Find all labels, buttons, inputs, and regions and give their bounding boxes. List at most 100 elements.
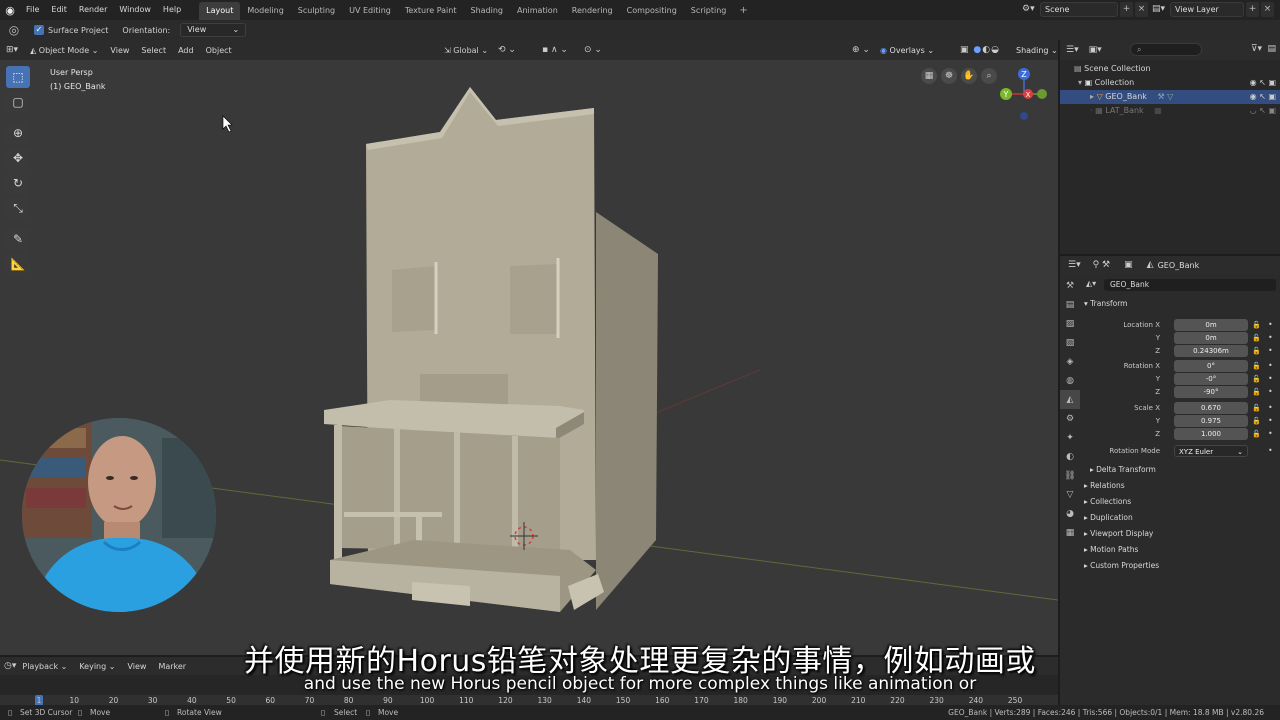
lock-icon[interactable]: 🔓 (1252, 428, 1261, 440)
expand-arrow-icon[interactable]: · (1090, 106, 1093, 115)
object-tab-icon[interactable]: ◭ (1060, 390, 1080, 409)
delete-view-layer-button[interactable]: × (1261, 2, 1274, 17)
delta-transform-section[interactable]: ▸ Delta Transform (1090, 463, 1156, 477)
custom-properties-section[interactable]: ▸ Custom Properties (1084, 559, 1159, 573)
physics-tab-icon[interactable]: ◐ (1060, 447, 1080, 466)
new-view-layer-button[interactable]: + (1246, 2, 1259, 17)
rotation-mode-dropdown[interactable]: XYZ Euler ⌄ (1174, 445, 1248, 457)
annotate-icon[interactable]: ✎ (6, 228, 30, 250)
tab-compositing[interactable]: Compositing (620, 2, 684, 20)
grid-view-icon[interactable]: ▦ (921, 68, 937, 84)
world-tab-icon[interactable]: ◍ (1060, 371, 1080, 390)
lock-icon[interactable]: 🔓 (1252, 415, 1261, 427)
particles-tab-icon[interactable]: ✦ (1060, 428, 1080, 447)
outliner-row-geo-bank[interactable]: ▸ ▽ GEO_Bank ⚒ ▽ ◉ ↖ ▣ (1060, 90, 1280, 104)
outliner-row-scene-collection[interactable]: ▤ Scene Collection (1060, 62, 1280, 76)
lock-icon[interactable]: 🔓 (1252, 332, 1261, 344)
keyframe-dot-icon[interactable]: • (1268, 319, 1273, 331)
shading-dropdown[interactable]: Shading ⌄ (1016, 46, 1058, 55)
add-workspace-icon[interactable]: + (733, 2, 753, 20)
properties-editor-icon[interactable]: ☰▾ (1068, 260, 1081, 270)
tab-sculpting[interactable]: Sculpting (291, 2, 342, 20)
editor-type-icon[interactable]: ⊞▾ (0, 45, 24, 55)
rotation-y-field[interactable]: -0° (1174, 373, 1248, 385)
filter-icon[interactable]: ⊽▾ (1251, 44, 1262, 54)
expand-arrow-icon[interactable]: ▾ (1078, 78, 1082, 87)
delete-scene-button[interactable]: × (1135, 2, 1148, 17)
menu-select[interactable]: Select (135, 46, 172, 55)
keyframe-dot-icon[interactable]: • (1268, 360, 1273, 372)
snap-icon[interactable]: ▪ ∧ ⌄ (542, 45, 568, 55)
rotate-icon[interactable]: ↻ (6, 172, 30, 194)
tab-rendering[interactable]: Rendering (565, 2, 620, 20)
rotation-z-field[interactable]: -90° (1174, 386, 1248, 398)
scale-icon[interactable]: ⤡ (6, 197, 30, 219)
keyframe-dot-icon[interactable]: • (1268, 428, 1273, 440)
keyframe-dot-icon[interactable]: • (1268, 373, 1273, 385)
keyframe-dot-icon[interactable]: • (1268, 386, 1273, 398)
texture-tab-icon[interactable]: ▦ (1060, 523, 1080, 542)
tab-scripting[interactable]: Scripting (684, 2, 734, 20)
constraints-tab-icon[interactable]: ⛓ (1060, 466, 1080, 485)
menu-edit[interactable]: Edit (45, 0, 73, 20)
cursor-tool-icon[interactable]: ◎ (4, 23, 24, 37)
new-scene-button[interactable]: + (1120, 2, 1133, 17)
camera-view-icon[interactable]: ☸ (941, 68, 957, 84)
collections-section[interactable]: ▸ Collections (1084, 495, 1131, 509)
outliner-row-collection[interactable]: ▾ ▣ Collection ◉ ↖ ▣ (1060, 76, 1280, 90)
move-icon[interactable]: ✥ (6, 147, 30, 169)
object-name-field[interactable]: GEO_Bank (1104, 279, 1276, 291)
menu-help[interactable]: Help (157, 0, 187, 20)
pin-icon[interactable]: ⚲ ⚒ (1093, 260, 1111, 270)
menu-file[interactable]: File (20, 0, 45, 20)
lock-icon[interactable]: 🔓 (1252, 360, 1261, 372)
location-y-field[interactable]: 0m (1174, 332, 1248, 344)
navigation-gizmo[interactable]: Z Y X (998, 68, 1050, 120)
menu-window[interactable]: Window (113, 0, 157, 20)
tab-texture-paint[interactable]: Texture Paint (398, 2, 464, 20)
output-tab-icon[interactable]: ▨ (1060, 314, 1080, 333)
view-layer-tab-icon[interactable]: ▧ (1060, 333, 1080, 352)
select-box-icon[interactable]: ▢ (6, 91, 30, 113)
blender-logo-icon[interactable]: ◉ (0, 0, 20, 20)
expand-arrow-icon[interactable]: ▸ (1090, 92, 1094, 101)
tab-layout[interactable]: Layout (199, 2, 241, 20)
proportional-edit-icon[interactable]: ⊙ ⌄ (584, 45, 602, 55)
tab-modeling[interactable]: Modeling (240, 2, 290, 20)
keyframe-dot-icon[interactable]: • (1268, 332, 1273, 344)
lock-icon[interactable]: 🔓 (1252, 386, 1261, 398)
view-layer-selector[interactable]: View Layer (1170, 2, 1244, 17)
lock-icon[interactable]: 🔓 (1252, 319, 1261, 331)
keyframe-dot-icon[interactable]: • (1268, 345, 1273, 357)
scale-x-field[interactable]: 0.670 (1174, 402, 1248, 414)
select-tool-icon[interactable]: ⬚ (6, 66, 30, 88)
lock-icon[interactable]: 🔓 (1252, 373, 1261, 385)
transform-section[interactable]: ▾ Transform (1084, 297, 1127, 311)
menu-view[interactable]: View (104, 46, 135, 55)
overlays-button[interactable]: ◉ Overlays ⌄ (880, 46, 934, 55)
modifiers-tab-icon[interactable]: ⚙ (1060, 409, 1080, 428)
gizmo-toggle-icon[interactable]: ⊕ ⌄ (852, 45, 870, 55)
scene-tab-icon[interactable]: ◈ (1060, 352, 1080, 371)
scale-z-field[interactable]: 1.000 (1174, 428, 1248, 440)
data-tab-icon[interactable]: ▽ (1060, 485, 1080, 504)
viewport-display-section[interactable]: ▸ Viewport Display (1084, 527, 1153, 541)
object-mode-dropdown[interactable]: ◭ Object Mode ⌄ (24, 46, 104, 55)
motion-paths-section[interactable]: ▸ Motion Paths (1084, 543, 1138, 557)
lock-icon[interactable]: 🔓 (1252, 402, 1261, 414)
scene-selector[interactable]: Scene (1040, 2, 1118, 17)
surface-project-checkbox[interactable]: ✓ (34, 25, 44, 35)
orientation-dropdown[interactable]: View ⌄ (180, 23, 247, 37)
duplication-section[interactable]: ▸ Duplication (1084, 511, 1133, 525)
location-z-field[interactable]: 0.24306m (1174, 345, 1248, 357)
scale-y-field[interactable]: 0.975 (1174, 415, 1248, 427)
transform-orientation-dropdown[interactable]: ⇲ Global ⌄ (444, 46, 488, 55)
location-x-field[interactable]: 0m (1174, 319, 1248, 331)
view-layer-icon[interactable]: ▤▾ (1152, 4, 1165, 14)
zoom-icon[interactable]: ⌕ (981, 68, 997, 84)
visibility-toggles[interactable]: ◉ ↖ ▣ (1250, 76, 1276, 90)
tab-animation[interactable]: Animation (510, 2, 565, 20)
tool-tab-icon[interactable]: ⚒ (1060, 276, 1080, 295)
outliner-editor-icon[interactable]: ☰▾ (1066, 45, 1079, 55)
new-collection-icon[interactable]: ▤ (1267, 44, 1276, 54)
